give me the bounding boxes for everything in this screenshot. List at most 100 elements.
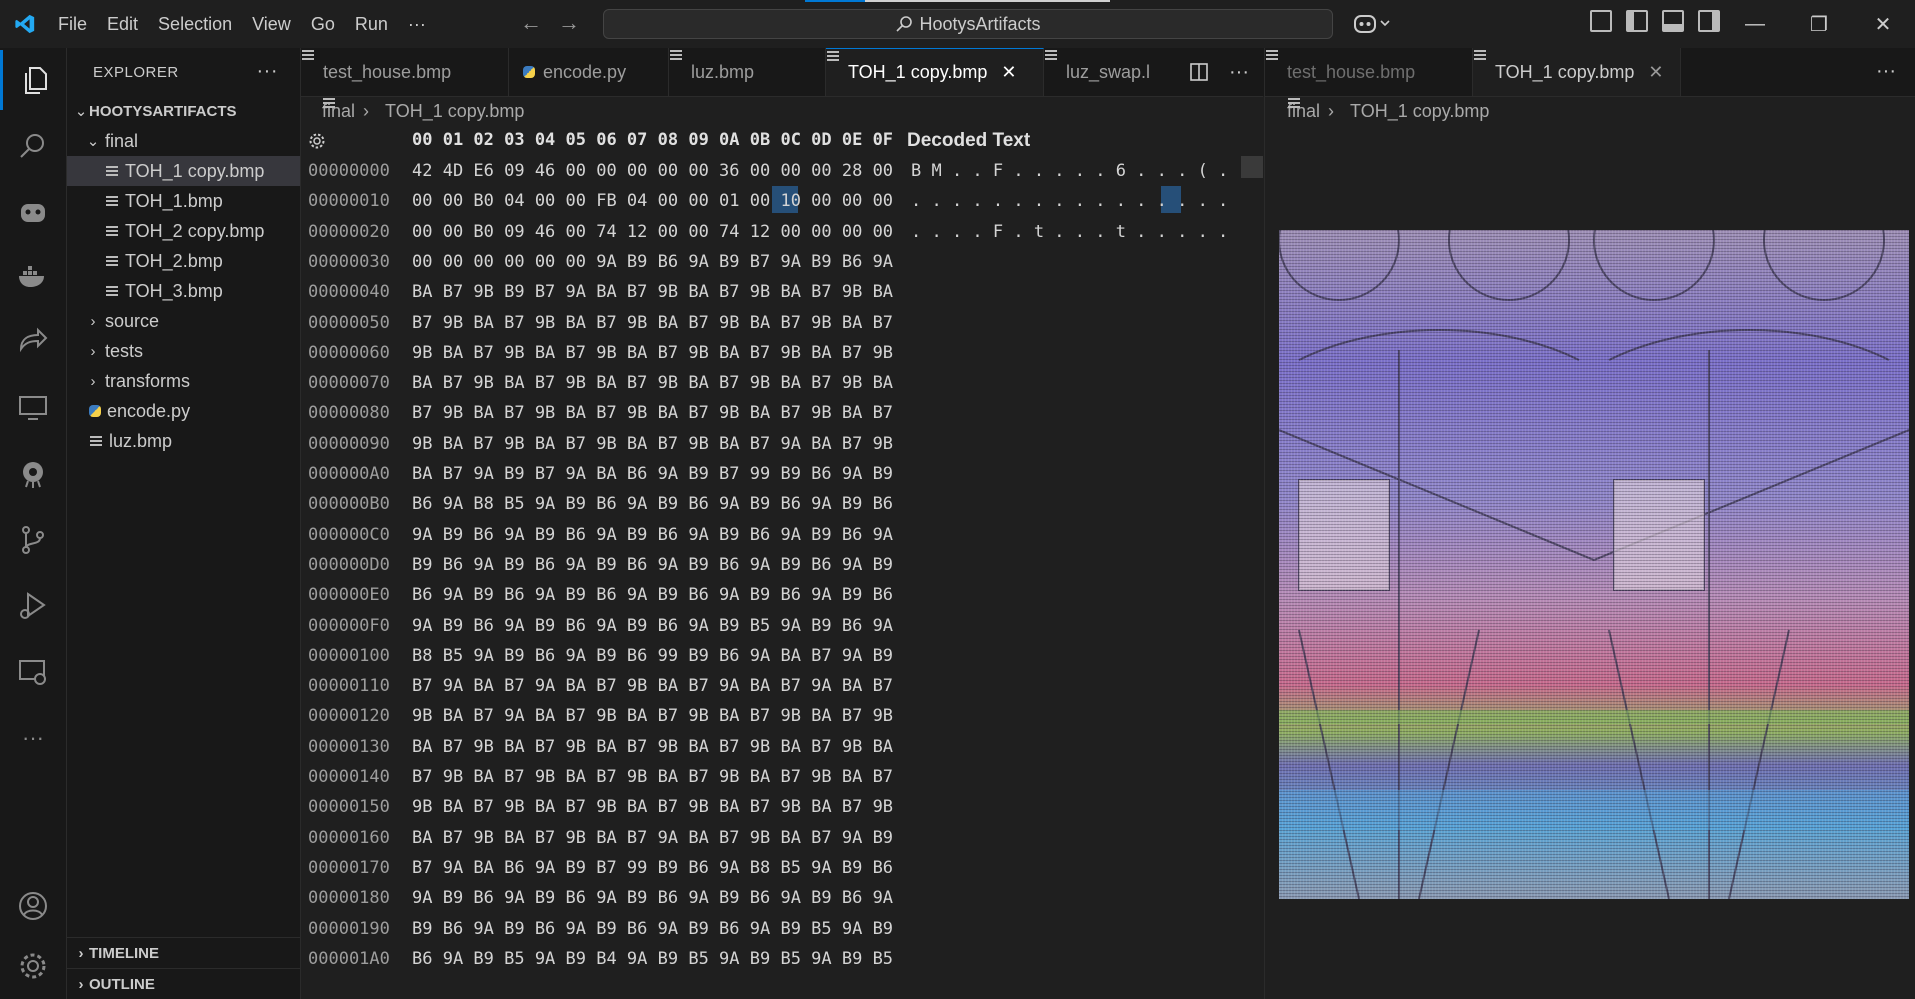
hex-bytes[interactable]: 9B BA B7 9B BA B7 9B BA B7 9B BA B7 9B B… bbox=[412, 797, 893, 817]
close-icon[interactable]: ✕ bbox=[1001, 62, 1016, 83]
folder-transforms[interactable]: › transforms bbox=[67, 366, 300, 396]
hex-row[interactable]: 00000090 9B BA B7 9B BA B7 9B BA B7 9B BA… bbox=[301, 429, 1263, 459]
hex-bytes[interactable]: BA B7 9A B9 B7 9A BA B6 9A B9 B7 99 B9 B… bbox=[412, 464, 893, 484]
hex-row[interactable]: 00000010 00 00 B0 04 00 00 FB 04 00 00 01… bbox=[301, 186, 1263, 216]
hex-bytes[interactable]: B6 9A B9 B6 9A B9 B6 9A B9 B6 9A B9 B6 9… bbox=[412, 585, 893, 605]
hex-bytes[interactable]: BA B7 9B BA B7 9B BA B7 9A BA B7 9B BA B… bbox=[412, 828, 893, 848]
hex-bytes[interactable]: 9B BA B7 9B BA B7 9B BA B7 9B BA B7 9A B… bbox=[412, 434, 893, 454]
remote-explorer-activity[interactable] bbox=[0, 378, 66, 438]
menu-selection[interactable]: Selection bbox=[148, 14, 242, 35]
hex-row[interactable]: 00000030 00 00 00 00 00 00 9A B9 B6 9A B9… bbox=[301, 247, 1263, 277]
hex-editor[interactable]: 00 01 02 03 04 05 06 07 08 09 0A 0B 0C 0… bbox=[301, 126, 1263, 999]
hex-bytes[interactable]: 9B BA B7 9A BA B7 9B BA B7 9B BA B7 9B B… bbox=[412, 706, 893, 726]
hex-row[interactable]: 00000000 42 4D E6 09 46 00 00 00 00 00 36… bbox=[301, 156, 1263, 186]
hex-row[interactable]: 000000B0 B6 9A B8 B5 9A B9 B6 9A B9 B6 9A… bbox=[301, 489, 1263, 519]
scrollbar-thumb[interactable] bbox=[1241, 156, 1263, 178]
hex-row[interactable]: 000000A0 BA B7 9A B9 B7 9A BA B6 9A B9 B7… bbox=[301, 459, 1263, 489]
file-toh2[interactable]: TOH_2.bmp bbox=[67, 246, 300, 276]
close-icon[interactable]: ✕ bbox=[1648, 62, 1663, 83]
hex-bytes[interactable]: 9B BA B7 9B BA B7 9B BA B7 9B BA B7 9B B… bbox=[412, 343, 893, 363]
hex-bytes[interactable]: 00 00 B0 04 00 00 FB 04 00 00 01 00 10 0… bbox=[412, 191, 893, 211]
decoded-text[interactable]: B M . . F . . . . . 6 . . . ( . bbox=[911, 161, 1228, 181]
hex-bytes[interactable]: B7 9A BA B7 9A BA B7 9B BA B7 9A BA B7 9… bbox=[412, 676, 893, 696]
folder-final[interactable]: ⌄ final bbox=[67, 126, 300, 156]
menu-file[interactable]: File bbox=[48, 14, 97, 35]
hex-bytes[interactable]: B6 9A B9 B5 9A B9 B4 9A B9 B5 9A B9 B5 9… bbox=[412, 949, 893, 969]
decoded-text[interactable]: . . . . F . t . . . t . . . . . bbox=[911, 222, 1228, 242]
back-arrow-icon[interactable]: ← bbox=[520, 10, 542, 36]
hex-row[interactable]: 00000170 B7 9A BA B6 9A B9 B7 99 B9 B6 9A… bbox=[301, 853, 1263, 883]
hex-bytes[interactable]: B7 9B BA B7 9B BA B7 9B BA B7 9B BA B7 9… bbox=[412, 767, 893, 787]
menu-go[interactable]: Go bbox=[301, 14, 345, 35]
copilot-activity[interactable] bbox=[0, 182, 66, 242]
hex-row[interactable]: 000000F0 9A B9 B6 9A B9 B6 9A B9 B6 9A B9… bbox=[301, 611, 1263, 641]
hex-row[interactable]: 000001A0 B6 9A B9 B5 9A B9 B4 9A B9 B5 9A… bbox=[301, 944, 1263, 974]
live-share-activity[interactable] bbox=[0, 312, 66, 372]
hex-bytes[interactable]: B9 B6 9A B9 B6 9A B9 B6 9A B9 B6 9A B9 B… bbox=[412, 919, 893, 939]
explorer-activity[interactable] bbox=[0, 50, 66, 110]
toggle-primary-sidebar-icon[interactable] bbox=[1626, 10, 1648, 32]
close-window-icon[interactable]: ✕ bbox=[1851, 0, 1915, 48]
file-toh2-copy[interactable]: TOH_2 copy.bmp bbox=[67, 216, 300, 246]
hex-row[interactable]: 00000160 BA B7 9B BA B7 9B BA B7 9A BA B7… bbox=[301, 823, 1263, 853]
file-toh1[interactable]: TOH_1.bmp bbox=[67, 186, 300, 216]
workspace-root[interactable]: ⌄ HOOTYSARTIFACTS bbox=[67, 96, 300, 126]
hex-row[interactable]: 00000120 9B BA B7 9A BA B7 9B BA B7 9B BA… bbox=[301, 701, 1263, 731]
decoded-text[interactable]: . . . . . . . . . . . . . . . . bbox=[911, 191, 1228, 211]
file-encode-py[interactable]: encode.py bbox=[67, 396, 300, 426]
outline-section[interactable]: › OUTLINE bbox=[67, 968, 300, 999]
split-editor-icon[interactable] bbox=[1189, 62, 1209, 82]
customize-layout-icon[interactable] bbox=[1590, 10, 1612, 32]
file-toh1-copy[interactable]: TOH_1 copy.bmp bbox=[67, 156, 300, 186]
breadcrumb-folder[interactable]: final bbox=[322, 101, 355, 122]
hex-bytes[interactable]: B6 9A B8 B5 9A B9 B6 9A B9 B6 9A B9 B6 9… bbox=[412, 494, 893, 514]
hex-row[interactable]: 00000060 9B BA B7 9B BA B7 9B BA B7 9B BA… bbox=[301, 338, 1263, 368]
folder-source[interactable]: › source bbox=[67, 306, 300, 336]
tab-test-house-preview[interactable]: test_house.bmp bbox=[1265, 48, 1473, 96]
toggle-panel-icon[interactable] bbox=[1662, 10, 1684, 32]
file-luz-bmp[interactable]: luz.bmp bbox=[67, 426, 300, 456]
editor-more-icon[interactable]: ··· bbox=[1876, 60, 1896, 83]
hex-bytes[interactable]: 9A B9 B6 9A B9 B6 9A B9 B6 9A B9 B6 9A B… bbox=[412, 888, 893, 908]
hex-bytes[interactable]: 42 4D E6 09 46 00 00 00 00 00 36 00 00 0… bbox=[412, 161, 893, 181]
remote-activity[interactable] bbox=[0, 642, 66, 702]
file-toh3[interactable]: TOH_3.bmp bbox=[67, 276, 300, 306]
tab-toh1-copy-active[interactable]: TOH_1 copy.bmp ✕ bbox=[826, 48, 1044, 96]
hex-row[interactable]: 00000140 B7 9B BA B7 9B BA B7 9B BA B7 9B… bbox=[301, 762, 1263, 792]
hex-bytes[interactable]: B9 B6 9A B9 B6 9A B9 B6 9A B9 B6 9A B9 B… bbox=[412, 555, 893, 575]
hex-bytes[interactable]: BA B7 9B BA B7 9B BA B7 9B BA B7 9B BA B… bbox=[412, 737, 893, 757]
hex-row[interactable]: 00000110 B7 9A BA B7 9A BA B7 9B BA B7 9A… bbox=[301, 671, 1263, 701]
gear-icon[interactable] bbox=[308, 132, 326, 150]
tab-luz-swap[interactable]: luz_swap.l bbox=[1044, 48, 1184, 96]
hex-row[interactable]: 00000100 B8 B5 9A B9 B6 9A B9 B6 99 B9 B6… bbox=[301, 641, 1263, 671]
hex-bytes[interactable]: B8 B5 9A B9 B6 9A B9 B6 99 B9 B6 9A BA B… bbox=[412, 646, 893, 666]
hex-row[interactable]: 00000050 B7 9B BA B7 9B BA B7 9B BA B7 9B… bbox=[301, 308, 1263, 338]
hex-row[interactable]: 00000190 B9 B6 9A B9 B6 9A B9 B6 9A B9 B6… bbox=[301, 914, 1263, 944]
hex-row[interactable]: 000000C0 9A B9 B6 9A B9 B6 9A B9 B6 9A B9… bbox=[301, 520, 1263, 550]
folder-tests[interactable]: › tests bbox=[67, 336, 300, 366]
hex-bytes[interactable]: B7 9B BA B7 9B BA B7 9B BA B7 9B BA B7 9… bbox=[412, 403, 893, 423]
hex-bytes[interactable]: BA B7 9B BA B7 9B BA B7 9B BA B7 9B BA B… bbox=[412, 373, 893, 393]
more-views-icon[interactable]: ··· bbox=[0, 708, 66, 768]
accounts-activity[interactable] bbox=[0, 876, 66, 936]
tab-luz-bmp[interactable]: luz.bmp bbox=[669, 48, 826, 96]
tab-test-house[interactable]: test_house.bmp bbox=[301, 48, 509, 96]
command-center-search[interactable]: HootysArtifacts bbox=[603, 9, 1333, 39]
hex-bytes[interactable]: 00 00 00 00 00 00 9A B9 B6 9A B9 B7 9A B… bbox=[412, 252, 893, 272]
hex-bytes[interactable]: 9A B9 B6 9A B9 B6 9A B9 B6 9A B9 B6 9A B… bbox=[412, 525, 893, 545]
hex-bytes[interactable]: 9A B9 B6 9A B9 B6 9A B9 B6 9A B9 B5 9A B… bbox=[412, 616, 893, 636]
gitkraken-activity[interactable] bbox=[0, 444, 66, 504]
hex-bytes[interactable]: B7 9B BA B7 9B BA B7 9B BA B7 9B BA B7 9… bbox=[412, 313, 893, 333]
docker-activity[interactable] bbox=[0, 246, 66, 306]
minimize-icon[interactable]: — bbox=[1723, 0, 1787, 48]
forward-arrow-icon[interactable]: → bbox=[558, 10, 580, 36]
hex-bytes[interactable]: BA B7 9B B9 B7 9A BA B7 9B BA B7 9B BA B… bbox=[412, 282, 893, 302]
editor-more-icon[interactable]: ··· bbox=[1229, 61, 1249, 84]
hex-row[interactable]: 00000080 B7 9B BA B7 9B BA B7 9B BA B7 9B… bbox=[301, 398, 1263, 428]
hex-row[interactable]: 000000E0 B6 9A B9 B6 9A B9 B6 9A B9 B6 9A… bbox=[301, 580, 1263, 610]
source-control-activity[interactable] bbox=[0, 510, 66, 570]
breadcrumb-folder[interactable]: final bbox=[1287, 101, 1320, 122]
hex-row[interactable]: 000000D0 B9 B6 9A B9 B6 9A B9 B6 9A B9 B6… bbox=[301, 550, 1263, 580]
tab-toh1-copy-preview[interactable]: TOH_1 copy.bmp ✕ bbox=[1473, 48, 1681, 96]
hex-row[interactable]: 00000020 00 00 B0 09 46 00 74 12 00 00 74… bbox=[301, 217, 1263, 247]
